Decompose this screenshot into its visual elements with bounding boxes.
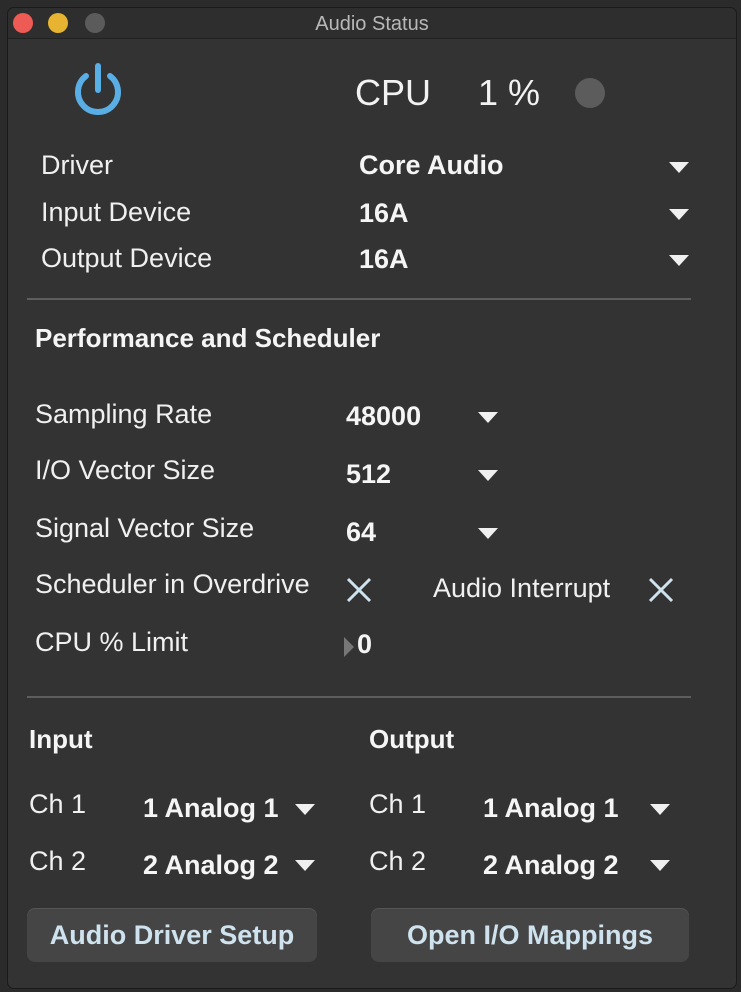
io-vector-size-select[interactable]: 512 (346, 459, 391, 490)
cpu-limit-number-box[interactable]: 0 (357, 629, 372, 660)
output-ch1-label: Ch 1 (369, 789, 427, 819)
performance-heading: Performance and Scheduler (35, 323, 381, 353)
output-device-select[interactable]: 16A (359, 244, 409, 275)
signal-vector-size-dropdown-icon[interactable] (478, 528, 498, 539)
output-ch2-select[interactable]: 2 Analog 2 (483, 850, 619, 881)
window-title: Audio Status (315, 13, 429, 35)
audio-status-window: Audio Status CPU 1 % Driver Core Audio I… (8, 8, 736, 988)
driver-dropdown-icon[interactable] (669, 162, 689, 173)
cpu-value: 1 % (478, 72, 541, 113)
input-device-select[interactable]: 16A (359, 198, 409, 229)
input-ch2-select[interactable]: 2 Analog 2 (143, 850, 279, 881)
io-vector-size-dropdown-icon[interactable] (478, 470, 498, 481)
cpu-limit-label: CPU % Limit (35, 627, 189, 657)
scheduler-overdrive-toggle-icon[interactable] (345, 576, 373, 604)
audio-interrupt-label: Audio Interrupt (433, 573, 611, 603)
input-ch1-dropdown-icon[interactable] (295, 804, 315, 815)
sampling-rate-select[interactable]: 48000 (346, 401, 421, 432)
audio-driver-setup-button[interactable]: Audio Driver Setup (27, 908, 317, 962)
signal-vector-size-select[interactable]: 64 (346, 517, 376, 548)
scheduler-overdrive-label: Scheduler in Overdrive (35, 569, 310, 599)
input-ch2-label: Ch 2 (29, 846, 87, 876)
output-ch2-label: Ch 2 (369, 846, 427, 876)
audio-interrupt-toggle-icon[interactable] (647, 576, 675, 604)
input-ch2-dropdown-icon[interactable] (295, 860, 315, 871)
open-io-mappings-button[interactable]: Open I/O Mappings (371, 908, 689, 962)
cpu-status-led (575, 78, 605, 108)
input-ch1-label: Ch 1 (29, 789, 87, 819)
output-device-dropdown-icon[interactable] (669, 255, 689, 266)
cpu-limit-arrow-icon (344, 637, 354, 657)
driver-label: Driver (41, 150, 113, 180)
power-toggle-icon[interactable] (70, 60, 126, 120)
output-device-label: Output Device (41, 243, 213, 273)
io-vector-size-label: I/O Vector Size (35, 455, 216, 485)
driver-select[interactable]: Core Audio (359, 150, 504, 181)
output-ch1-dropdown-icon[interactable] (650, 804, 670, 815)
input-heading: Input (29, 724, 93, 754)
input-device-dropdown-icon[interactable] (669, 209, 689, 220)
section-divider (27, 298, 691, 300)
input-device-label: Input Device (41, 197, 192, 227)
title-bar: Audio Status (8, 8, 736, 39)
output-ch2-dropdown-icon[interactable] (650, 860, 670, 871)
signal-vector-size-label: Signal Vector Size (35, 513, 255, 543)
section-divider (27, 696, 691, 698)
sampling-rate-label: Sampling Rate (35, 399, 213, 429)
output-heading: Output (369, 724, 455, 754)
output-ch1-select[interactable]: 1 Analog 1 (483, 793, 619, 824)
sampling-rate-dropdown-icon[interactable] (478, 412, 498, 423)
cpu-label: CPU (355, 72, 432, 113)
input-ch1-select[interactable]: 1 Analog 1 (143, 793, 279, 824)
